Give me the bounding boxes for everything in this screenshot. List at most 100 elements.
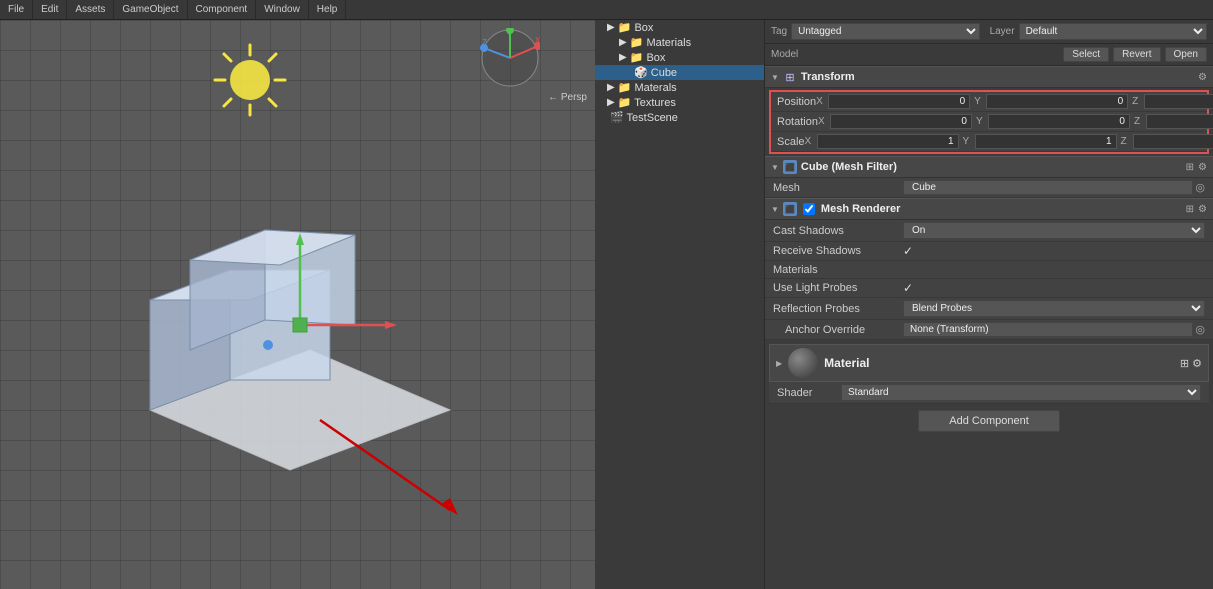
help-menu[interactable]: Help — [309, 0, 347, 19]
scale-y-field: Y — [963, 134, 1117, 149]
component-menu[interactable]: Component — [188, 0, 257, 19]
shader-dropdown[interactable]: Standard — [841, 384, 1201, 401]
rotation-z-input[interactable] — [1146, 114, 1213, 129]
anchor-override-value: None (Transform) ◎ — [903, 322, 1205, 337]
hierarchy-item-cube[interactable]: 🎲 Cube — [595, 65, 764, 80]
scale-x-input[interactable] — [817, 134, 959, 149]
position-z-field: Z — [1132, 94, 1213, 109]
reflection-probes-label: Reflection Probes — [773, 303, 903, 315]
mesh-value: Cube — [903, 180, 1193, 195]
scale-x-label: X — [805, 136, 815, 147]
mesh-filter-settings-icon[interactable]: ⚙ — [1198, 162, 1207, 173]
reflection-probes-dropdown[interactable]: Blend Probes Off Simple — [903, 300, 1205, 317]
mesh-value-container: Cube ◎ — [903, 180, 1205, 195]
transform-arrow: ▼ — [771, 73, 779, 82]
receive-shadows-row: Receive Shadows ✓ — [765, 242, 1213, 261]
scale-z-label: Z — [1121, 136, 1131, 147]
material-name: Material — [824, 356, 1174, 370]
hierarchy-item-textures[interactable]: ▶ 📁 Textures — [595, 95, 764, 110]
mesh-renderer-expand-icon[interactable]: ⊞ — [1186, 204, 1194, 215]
anchor-override-selector-icon[interactable]: ◎ — [1195, 323, 1205, 336]
rotation-y-input[interactable] — [988, 114, 1130, 129]
inspector-panel: Tag Untagged Layer Default Model Select … — [765, 20, 1213, 589]
hierarchy-item-materials1[interactable]: ▶ 📁 Materials — [595, 35, 764, 50]
mesh-label: Mesh — [773, 182, 903, 194]
file-menu[interactable]: File — [0, 0, 33, 19]
rotation-x-label: X — [818, 116, 828, 127]
folder-icon-5: ▶ — [607, 97, 615, 108]
position-z-label: Z — [1132, 96, 1142, 107]
mesh-renderer-enabled[interactable] — [803, 203, 815, 215]
rotation-fields: X Y Z — [818, 114, 1213, 129]
cast-shadows-value: On Off Two Sided Shadows Only — [903, 222, 1205, 239]
scale-y-label: Y — [963, 136, 973, 147]
assets-menu[interactable]: Assets — [67, 0, 114, 19]
mesh-filter-expand-icon[interactable]: ⊞ — [1186, 162, 1194, 173]
revert-button[interactable]: Revert — [1113, 47, 1160, 62]
hierarchy-item-materals[interactable]: ▶ 📁 Materals — [595, 80, 764, 95]
mesh-filter-header[interactable]: ▼ ⬛ Cube (Mesh Filter) ⊞ ⚙ — [765, 156, 1213, 178]
material-arrow: ▶ — [776, 359, 782, 368]
material-actions: ⊞ ⚙ — [1180, 357, 1202, 370]
select-button[interactable]: Select — [1063, 47, 1109, 62]
position-y-input[interactable] — [986, 94, 1128, 109]
tag-dropdown[interactable]: Untagged — [791, 23, 979, 40]
use-light-probes-value: ✓ — [903, 281, 1205, 295]
gameobject-menu[interactable]: GameObject — [114, 0, 187, 19]
mesh-row: Mesh Cube ◎ — [765, 178, 1213, 198]
mesh-renderer-settings-icon[interactable]: ⚙ — [1198, 204, 1207, 215]
transform-icon: ⊞ — [783, 70, 797, 84]
material-expand-icon[interactable]: ⊞ — [1180, 358, 1189, 370]
position-row: Position X Y Z — [771, 92, 1207, 112]
position-y-field: Y — [974, 94, 1128, 109]
hierarchy-item-testscene[interactable]: 🎬 TestScene — [595, 110, 764, 125]
mesh-filter-name: Cube (Mesh Filter) — [801, 161, 1182, 173]
cast-shadows-row: Cast Shadows On Off Two Sided Shadows On… — [765, 220, 1213, 242]
rotation-z-field: Z — [1134, 114, 1213, 129]
rotation-x-input[interactable] — [830, 114, 972, 129]
position-x-field: X — [816, 94, 970, 109]
top-bar: File Edit Assets GameObject Component Wi… — [0, 0, 1213, 20]
edit-menu[interactable]: Edit — [33, 0, 67, 19]
mesh-renderer-icon: ⬛ — [783, 202, 797, 216]
window-menu[interactable]: Window — [256, 0, 309, 19]
scale-z-field: Z — [1121, 134, 1213, 149]
receive-shadows-label: Receive Shadows — [773, 245, 903, 257]
materials-label: Materials — [773, 264, 903, 276]
position-z-input[interactable] — [1144, 94, 1213, 109]
cast-shadows-label: Cast Shadows — [773, 225, 903, 237]
position-y-label: Y — [974, 96, 984, 107]
scene-view[interactable]: X Y Z ← Persp — [0, 20, 595, 589]
reflection-probes-row: Reflection Probes Blend Probes Off Simpl… — [765, 298, 1213, 320]
position-x-input[interactable] — [828, 94, 970, 109]
shader-row: Shader Standard — [769, 382, 1209, 404]
hierarchy-item-box1[interactable]: ▶ 📁 Box — [595, 20, 764, 35]
svg-text:Z: Z — [482, 38, 487, 47]
material-header[interactable]: ▶ Material ⊞ ⚙ — [769, 344, 1209, 382]
model-label: Model — [771, 49, 798, 60]
svg-text:Y: Y — [507, 31, 513, 40]
open-button[interactable]: Open — [1165, 47, 1207, 62]
mesh-renderer-header[interactable]: ▼ ⬛ Mesh Renderer ⊞ ⚙ — [765, 198, 1213, 220]
transform-header[interactable]: ▼ ⊞ Transform ⚙ — [765, 66, 1213, 88]
cast-shadows-dropdown[interactable]: On Off Two Sided Shadows Only — [903, 222, 1205, 239]
layer-dropdown[interactable]: Default — [1019, 23, 1207, 40]
material-ball — [788, 348, 818, 378]
transform-settings-icon[interactable]: ⚙ — [1198, 72, 1207, 83]
scale-z-input[interactable] — [1133, 134, 1213, 149]
hierarchy-item-box2[interactable]: ▶ 📁 Box — [595, 50, 764, 65]
folder-icon: ▶ — [607, 22, 615, 33]
scale-x-field: X — [805, 134, 959, 149]
model-row: Model Select Revert Open — [765, 44, 1213, 66]
add-component-button[interactable]: Add Component — [918, 410, 1060, 432]
transform-actions: ⚙ — [1198, 72, 1207, 83]
rotation-z-label: Z — [1134, 116, 1144, 127]
mesh-selector-icon[interactable]: ◎ — [1195, 181, 1205, 194]
anchor-override-label: Anchor Override — [773, 324, 903, 336]
mesh-filter-actions: ⊞ ⚙ — [1186, 162, 1207, 173]
scale-row: Scale X Y Z — [771, 132, 1207, 152]
material-settings-icon[interactable]: ⚙ — [1192, 358, 1202, 370]
transform-section: Position X Y Z — [769, 90, 1209, 154]
scale-y-input[interactable] — [975, 134, 1117, 149]
material-section: ▶ Material ⊞ ⚙ Shader Standard — [769, 344, 1209, 404]
